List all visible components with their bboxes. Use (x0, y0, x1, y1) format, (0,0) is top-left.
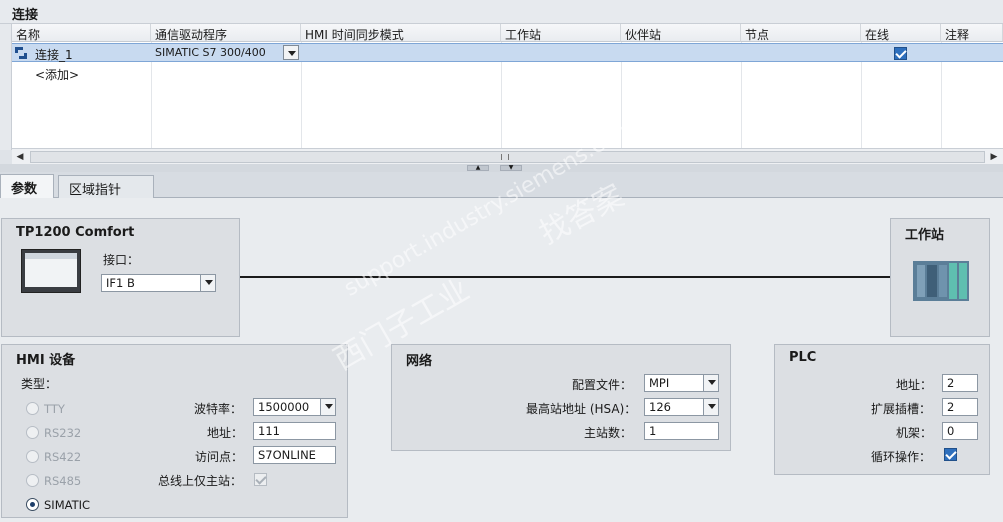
profile-select[interactable]: MPI (644, 374, 719, 392)
tab-bar: 参数 区域指针 (0, 172, 1003, 198)
column-header-time-sync[interactable]: HMI 时间同步模式 (301, 24, 501, 42)
address-label: 地址： (207, 426, 244, 440)
splitter-up-icon[interactable]: ▲ (467, 165, 489, 171)
type-label: 类型： (21, 377, 58, 391)
only-master-label: 总线上仅主站： (158, 474, 243, 488)
type-label-rs422: RS422 (44, 450, 82, 464)
column-header-station[interactable]: 工作站 (501, 24, 621, 42)
tab-parameters[interactable]: 参数 (0, 174, 54, 198)
column-header-comment[interactable]: 注释 (941, 24, 1003, 42)
cyclic-checkbox[interactable] (944, 448, 957, 461)
masters-label: 主站数： (584, 426, 633, 440)
pane-splitter[interactable]: ▲ ▼ (0, 164, 1003, 172)
horizontal-scrollbar[interactable]: ◀ ▶ (12, 148, 1003, 164)
hmi-device-title: HMI 设备 (16, 353, 76, 368)
hsa-value: 126 (649, 400, 671, 414)
hsa-label: 最高站地址 (HSA)： (526, 402, 637, 416)
column-header-name[interactable]: 名称 (12, 24, 151, 42)
chevron-down-icon[interactable] (703, 399, 718, 415)
interface-label: 接口： (103, 253, 140, 267)
network-line (240, 276, 890, 278)
plc-address-label: 地址： (896, 378, 933, 392)
type-radio-tty[interactable] (26, 402, 39, 415)
address-field[interactable]: 111 (253, 422, 336, 440)
column-header-online[interactable]: 在线 (861, 24, 941, 42)
type-label-simatic: SIMATIC (44, 498, 91, 512)
driver-value[interactable]: SIMATIC S7 300/400 (155, 46, 266, 59)
access-point-field[interactable]: S7ONLINE (253, 446, 336, 464)
only-master-checkbox[interactable] (254, 473, 267, 486)
chevron-down-icon[interactable] (320, 399, 335, 415)
profile-value: MPI (649, 376, 670, 390)
type-radio-simatic[interactable] (26, 498, 39, 511)
masters-field[interactable]: 1 (644, 422, 719, 440)
station-panel: 工作站 (890, 218, 990, 337)
hsa-select[interactable]: 126 (644, 398, 719, 416)
network-title: 网络 (406, 354, 433, 369)
scrollbar-thumb[interactable] (30, 151, 985, 163)
cyclic-label: 循环操作： (871, 450, 932, 464)
plc-address-field[interactable]: 2 (942, 374, 978, 392)
row-header-column (0, 24, 12, 150)
online-checkbox[interactable] (894, 47, 907, 60)
station-title: 工作站 (905, 228, 945, 243)
type-radio-rs485[interactable] (26, 474, 39, 487)
slot-field[interactable]: 2 (942, 398, 978, 416)
rack-field[interactable]: 0 (942, 422, 978, 440)
chevron-down-icon[interactable] (703, 375, 718, 391)
column-header-partner[interactable]: 伙伴站 (621, 24, 741, 42)
section-title: 连接 (0, 0, 1003, 24)
scroll-left-icon[interactable]: ◀ (12, 150, 28, 164)
tab-area-pointers[interactable]: 区域指针 (58, 175, 154, 198)
chevron-down-icon[interactable] (200, 275, 215, 291)
device-title: TP1200 Comfort (16, 225, 135, 240)
connection-name[interactable]: 连接_1 (35, 46, 73, 63)
type-label-tty: TTY (44, 402, 65, 416)
interface-select[interactable]: IF1 B (101, 274, 216, 292)
driver-dropdown-button[interactable] (283, 45, 299, 60)
interface-value: IF1 B (106, 276, 135, 290)
connection-icon (15, 47, 27, 59)
device-panel: TP1200 Comfort 接口： IF1 B (1, 218, 240, 337)
splitter-down-icon[interactable]: ▼ (500, 165, 522, 171)
baud-value: 1500000 (258, 400, 310, 414)
slot-label: 扩展插槽： (871, 402, 932, 416)
baud-select[interactable]: 1500000 (253, 398, 336, 416)
type-label-rs485: RS485 (44, 474, 82, 488)
profile-label: 配置文件： (572, 378, 633, 392)
type-radio-rs422[interactable] (26, 450, 39, 463)
scroll-right-icon[interactable]: ▶ (986, 150, 1002, 164)
access-point-label: 访问点： (195, 450, 244, 464)
add-connection-item[interactable]: <添加> (35, 66, 79, 83)
column-header-driver[interactable]: 通信驱动程序 (151, 24, 301, 42)
network-panel: 网络 配置文件： MPI 最高站地址 (HSA)： 126 主站数： 1 (391, 344, 731, 451)
rack-label: 机架： (896, 426, 933, 440)
hmi-device-panel: HMI 设备 类型： TTY RS232 RS422 RS485 SIMATIC… (1, 344, 348, 518)
plc-station-icon (913, 261, 969, 301)
connections-table: 名称 通信驱动程序 HMI 时间同步模式 工作站 伙伴站 节点 在线 注释 连接… (0, 24, 1003, 150)
type-label-rs232: RS232 (44, 426, 82, 440)
type-radio-rs232[interactable] (26, 426, 39, 439)
baud-label: 波特率： (194, 402, 243, 416)
plc-panel: PLC 地址： 2 扩展插槽： 2 机架： 0 循环操作： (774, 344, 990, 475)
column-header-node[interactable]: 节点 (741, 24, 861, 42)
plc-title: PLC (789, 350, 817, 365)
hmi-panel-icon (21, 249, 81, 293)
